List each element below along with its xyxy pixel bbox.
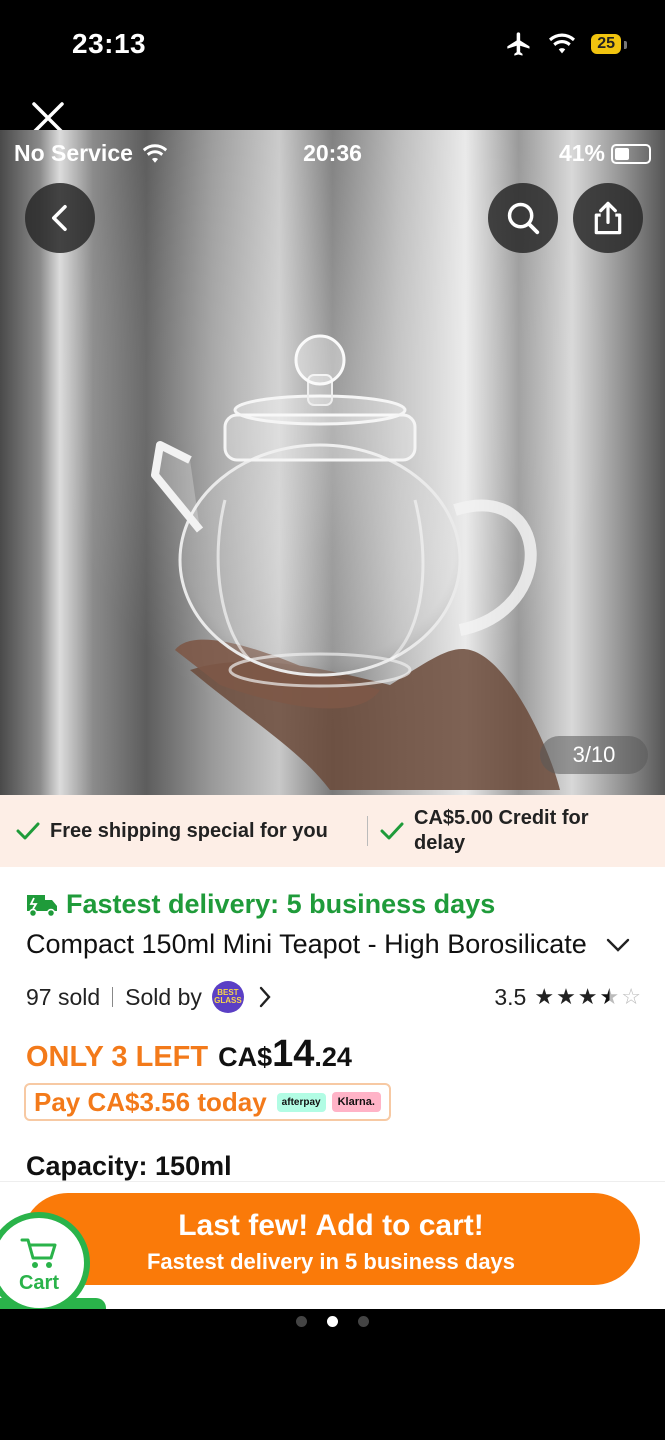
fastest-delivery-text: Fastest delivery: 5 business days — [66, 889, 496, 919]
product-title: Compact 150ml Mini Teapot - High Borosil… — [26, 929, 588, 959]
installment-box[interactable]: Pay CA$3.56 today afterpay Klarna. — [24, 1083, 391, 1121]
inner-battery-percent: 41% — [558, 140, 605, 166]
star-icon: ★ — [556, 984, 576, 1009]
chevron-down-icon[interactable] — [606, 938, 630, 952]
seller-logo[interactable]: BEST GLASS — [211, 981, 244, 1013]
cart-label: Cart — [18, 1272, 59, 1294]
sold-count: 97 sold — [26, 983, 101, 1010]
price-row: ONLY 3 LEFT CA$14.24 — [26, 1033, 352, 1076]
delay-credit-label: CA$5.00 Credit for delay — [414, 807, 589, 854]
outer-clock: 23:13 — [72, 28, 147, 59]
star-icon: ★ — [534, 984, 555, 1009]
back-icon — [52, 205, 67, 231]
shipping-banner: Free shipping special for you CA$5.00 Cr… — [0, 795, 665, 867]
pay-today-text: Pay CA$3.56 today — [34, 1086, 267, 1117]
star-empty-icon: ☆ — [621, 984, 641, 1009]
wifi-icon — [549, 33, 576, 54]
check-icon — [380, 822, 404, 840]
price-currency: CA$ — [218, 1042, 273, 1072]
page-indicator — [0, 1316, 665, 1327]
product-gallery[interactable]: No Service 20:36 41% 3/10 — [0, 130, 665, 795]
share-icon — [594, 201, 622, 235]
capacity-label: Capacity: 150ml — [26, 1151, 232, 1181]
star-icon: ★ — [577, 984, 598, 1009]
page-dot[interactable] — [358, 1316, 369, 1327]
price-whole: 14 — [272, 1033, 315, 1075]
image-counter: 3/10 — [540, 736, 648, 774]
free-shipping-label: Free shipping special for you — [50, 819, 328, 842]
divider — [112, 987, 114, 1007]
rating[interactable]: 3.5 ★ ★ ★ ★ ☆ — [494, 984, 641, 1011]
share-button[interactable] — [573, 183, 643, 253]
fastest-delivery: Fastest delivery: 5 business days — [26, 889, 495, 920]
klarna-logo: Klarna. — [331, 1092, 381, 1112]
inner-status-bar: No Service 20:36 41% — [0, 130, 665, 176]
rating-value: 3.5 — [494, 983, 527, 1010]
star-half-icon: ★ — [599, 984, 620, 1009]
battery-indicator: 25 — [591, 34, 627, 54]
check-icon — [16, 822, 40, 840]
stock-warning: ONLY 3 LEFT — [26, 1041, 209, 1073]
cart-icon — [20, 1238, 57, 1268]
product-info: Fastest delivery: 5 business days Compac… — [0, 867, 665, 1181]
sales-row: 97 sold Sold by BEST GLASS 3.5 ★ ★ ★ ★ ☆ — [26, 981, 641, 1013]
add-to-cart-label: Last few! Add to cart! — [178, 1209, 484, 1242]
page-dot[interactable] — [296, 1316, 307, 1327]
teapot-product-image — [151, 334, 560, 790]
sold-by-label: Sold by — [125, 983, 202, 1010]
price: CA$14.24 — [218, 1033, 352, 1076]
afterpay-logo: afterpay — [276, 1092, 326, 1112]
outer-status-bar: 23:13 25 — [0, 0, 665, 130]
battery-icon — [611, 143, 651, 164]
page-dot-active[interactable] — [327, 1316, 338, 1327]
outer-status-icons: 25 — [505, 30, 627, 58]
action-bar: Last few! Add to cart! Fastest delivery … — [0, 1181, 665, 1309]
chevron-right-icon[interactable] — [258, 986, 272, 1008]
add-to-cart-button[interactable]: Last few! Add to cart! Fastest delivery … — [22, 1193, 640, 1285]
add-to-cart-sublabel: Fastest delivery in 5 business days — [146, 1249, 516, 1274]
product-title-row[interactable]: Compact 150ml Mini Teapot - High Borosil… — [26, 929, 646, 960]
back-button[interactable] — [25, 183, 95, 253]
price-cents: .24 — [314, 1042, 352, 1072]
truck-icon — [27, 894, 57, 917]
airplane-icon — [507, 32, 530, 56]
